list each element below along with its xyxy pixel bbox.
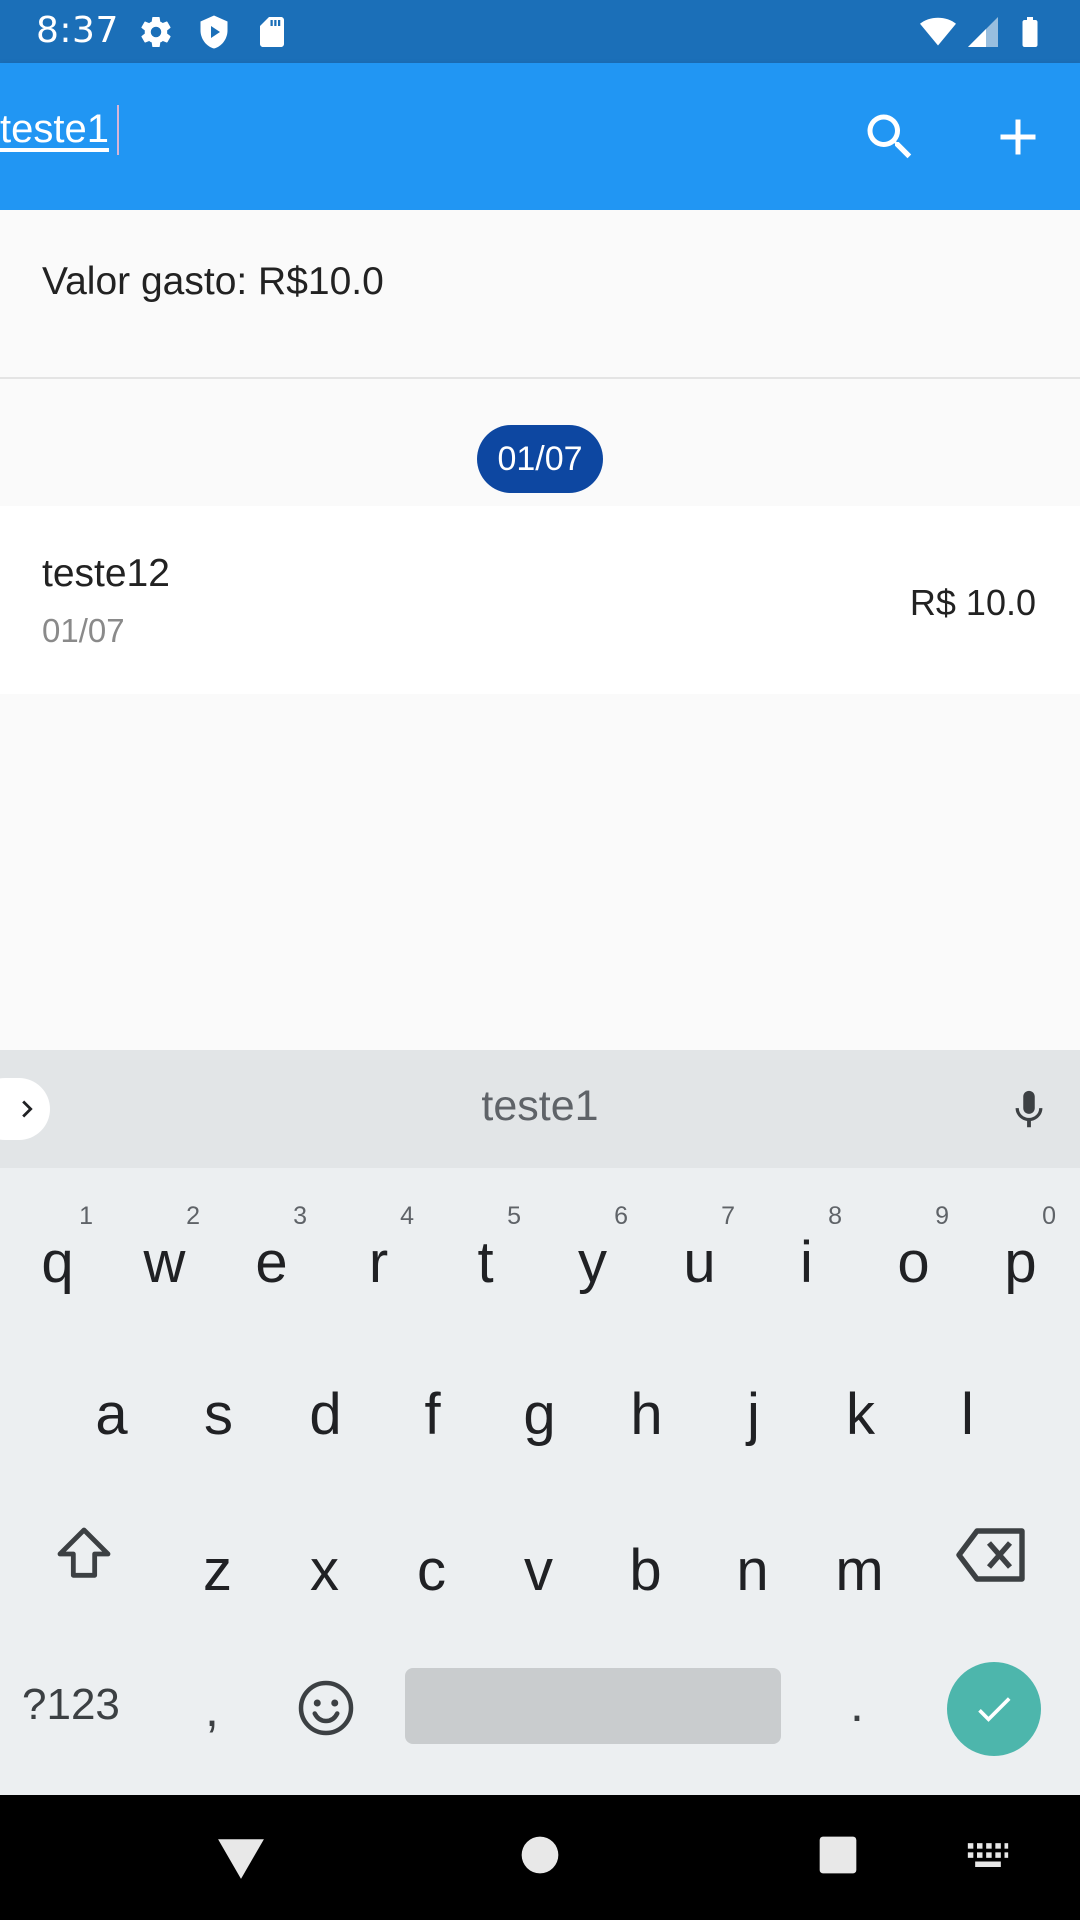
period-key[interactable]: . bbox=[850, 1675, 864, 1733]
signal-icon bbox=[968, 17, 998, 47]
summary-panel: Valor gasto: R$10.0 bbox=[0, 210, 1080, 379]
search-input[interactable]: teste1 bbox=[0, 101, 109, 157]
key-label: q bbox=[41, 1230, 74, 1295]
key-number-hint: 0 bbox=[1042, 1202, 1056, 1230]
key-label: f bbox=[424, 1382, 441, 1447]
key-number-hint: 2 bbox=[186, 1202, 200, 1230]
enter-key[interactable] bbox=[947, 1662, 1041, 1756]
key-label: s bbox=[204, 1382, 233, 1447]
key-label: a bbox=[95, 1382, 128, 1447]
key-label: x bbox=[310, 1538, 339, 1603]
key-n[interactable]: n bbox=[699, 1496, 806, 1646]
key-label: c bbox=[417, 1538, 446, 1603]
backspace-icon[interactable] bbox=[956, 1525, 1028, 1585]
key-q[interactable]: q1 bbox=[4, 1188, 111, 1338]
key-label: k bbox=[846, 1382, 875, 1447]
shield-play-icon bbox=[200, 15, 228, 49]
key-label: b bbox=[629, 1538, 662, 1603]
status-bar: 8:37 bbox=[0, 0, 1080, 63]
key-t[interactable]: t5 bbox=[432, 1188, 539, 1338]
key-label: p bbox=[1004, 1230, 1037, 1295]
check-icon bbox=[978, 1697, 1011, 1722]
emoji-icon[interactable] bbox=[296, 1678, 356, 1738]
navigation-bar bbox=[0, 1795, 1080, 1920]
key-label: z bbox=[203, 1538, 232, 1603]
key-k[interactable]: k bbox=[807, 1340, 914, 1490]
key-v[interactable]: v bbox=[485, 1496, 592, 1646]
spent-amount-label: Valor gasto: R$10.0 bbox=[42, 260, 384, 303]
key-label: n bbox=[736, 1538, 769, 1603]
key-number-hint: 6 bbox=[614, 1202, 628, 1230]
back-icon[interactable] bbox=[216, 1835, 266, 1881]
key-u[interactable]: u7 bbox=[646, 1188, 753, 1338]
key-c[interactable]: c bbox=[378, 1496, 485, 1646]
key-label: d bbox=[309, 1382, 342, 1447]
key-z[interactable]: z bbox=[164, 1496, 271, 1646]
key-label: h bbox=[630, 1382, 663, 1447]
key-label: v bbox=[524, 1538, 553, 1603]
key-w[interactable]: w2 bbox=[111, 1188, 218, 1338]
gear-icon bbox=[141, 17, 171, 48]
key-l[interactable]: l bbox=[914, 1340, 1021, 1490]
key-d[interactable]: d bbox=[272, 1340, 379, 1490]
key-label: t bbox=[477, 1230, 494, 1295]
section-date-chip: 01/07 bbox=[477, 425, 603, 493]
search-icon[interactable] bbox=[860, 107, 920, 167]
keyboard-switch-icon[interactable] bbox=[966, 1841, 1010, 1871]
key-number-hint: 8 bbox=[828, 1202, 842, 1230]
app-bar: teste1 bbox=[0, 63, 1080, 210]
key-label: j bbox=[747, 1382, 760, 1447]
key-o[interactable]: o9 bbox=[860, 1188, 967, 1338]
soft-keyboard: teste1 q1w2e3r4t5y6u7i8o9p0asdfghjklzxcv… bbox=[0, 1050, 1080, 1795]
item-title: teste12 bbox=[42, 552, 170, 595]
key-number-hint: 3 bbox=[293, 1202, 307, 1230]
key-label: e bbox=[255, 1230, 288, 1295]
wifi-icon bbox=[920, 17, 956, 46]
key-label: m bbox=[835, 1538, 884, 1603]
key-number-hint: 7 bbox=[721, 1202, 735, 1230]
key-label: y bbox=[578, 1230, 607, 1295]
key-h[interactable]: h bbox=[593, 1340, 700, 1490]
space-key[interactable] bbox=[405, 1668, 781, 1744]
key-x[interactable]: x bbox=[271, 1496, 378, 1646]
list-item[interactable]: teste12 01/07 R$ 10.0 bbox=[0, 506, 1080, 694]
battery-icon bbox=[1022, 17, 1038, 47]
key-f[interactable]: f bbox=[379, 1340, 486, 1490]
shift-icon[interactable] bbox=[52, 1522, 116, 1586]
key-number-hint: 4 bbox=[400, 1202, 414, 1230]
sd-card-icon bbox=[260, 17, 284, 47]
key-label: r bbox=[368, 1230, 389, 1295]
key-p[interactable]: p0 bbox=[967, 1188, 1074, 1338]
key-number-hint: 5 bbox=[507, 1202, 521, 1230]
key-b[interactable]: b bbox=[592, 1496, 699, 1646]
key-g[interactable]: g bbox=[486, 1340, 593, 1490]
key-label: u bbox=[683, 1230, 716, 1295]
key-number-hint: 9 bbox=[935, 1202, 949, 1230]
symbols-key[interactable]: ?123 bbox=[22, 1680, 120, 1730]
status-time: 8:37 bbox=[36, 10, 119, 51]
key-i[interactable]: i8 bbox=[753, 1188, 860, 1338]
key-number-hint: 1 bbox=[79, 1202, 93, 1230]
text-cursor bbox=[117, 105, 119, 155]
comma-key[interactable]: , bbox=[205, 1680, 219, 1738]
key-j[interactable]: j bbox=[700, 1340, 807, 1490]
key-label: g bbox=[523, 1382, 556, 1447]
key-r[interactable]: r4 bbox=[325, 1188, 432, 1338]
key-m[interactable]: m bbox=[806, 1496, 913, 1646]
item-date: 01/07 bbox=[42, 612, 125, 649]
key-y[interactable]: y6 bbox=[539, 1188, 646, 1338]
home-icon[interactable] bbox=[520, 1835, 560, 1875]
recents-icon[interactable] bbox=[818, 1835, 858, 1875]
key-e[interactable]: e3 bbox=[218, 1188, 325, 1338]
key-label: i bbox=[800, 1230, 813, 1295]
key-label: l bbox=[961, 1382, 974, 1447]
key-a[interactable]: a bbox=[58, 1340, 165, 1490]
key-label: w bbox=[143, 1230, 186, 1295]
key-s[interactable]: s bbox=[165, 1340, 272, 1490]
add-icon[interactable] bbox=[988, 107, 1048, 167]
key-label: o bbox=[897, 1230, 930, 1295]
item-value: R$ 10.0 bbox=[909, 582, 1036, 623]
